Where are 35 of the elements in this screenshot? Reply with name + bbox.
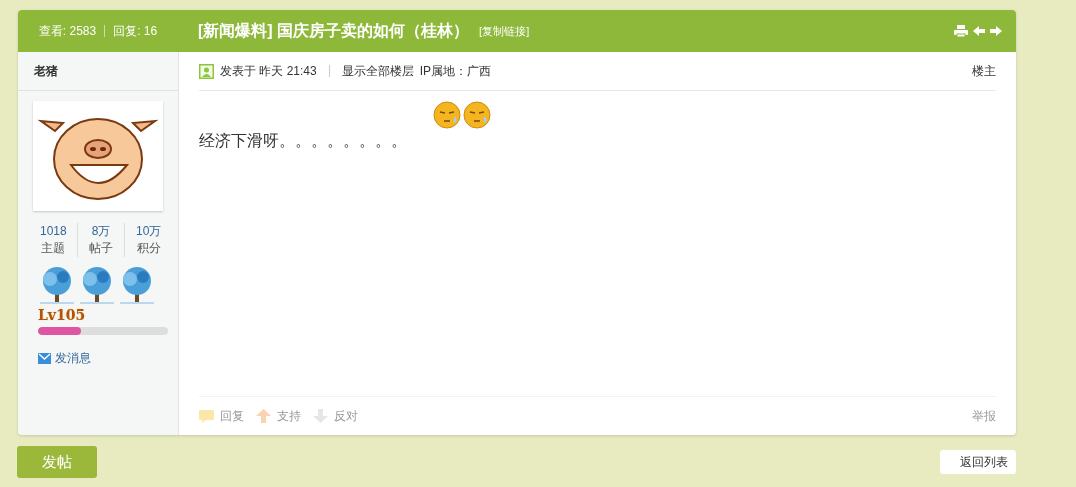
tree-icon — [78, 265, 116, 305]
down-arrow-icon — [313, 408, 328, 424]
previous-icon[interactable] — [973, 25, 985, 37]
floor-label: 楼主 — [972, 62, 996, 80]
post-time: 发表于 昨天 21:43 — [220, 62, 317, 80]
views-count: 查看: 2583 — [38, 22, 97, 40]
send-message-link[interactable]: 发消息 — [38, 350, 178, 367]
reply-action[interactable]: 回复 — [199, 407, 244, 425]
stat-label: 积分 — [136, 240, 161, 257]
back-to-list-button[interactable]: 返回列表 — [940, 450, 1016, 474]
oppose-action[interactable]: 反对 — [313, 407, 358, 425]
print-icon[interactable] — [954, 25, 968, 37]
up-arrow-icon — [256, 408, 271, 424]
show-all-floors-link[interactable]: 显示全部楼层 — [341, 62, 414, 80]
replies-count: 回复: 16 — [113, 22, 158, 40]
emoticon-icon — [433, 101, 461, 129]
stat-value[interactable]: 1018 — [40, 223, 67, 240]
stat-value[interactable]: 8万 — [91, 223, 111, 240]
support-action[interactable]: 支持 — [256, 407, 301, 425]
next-icon[interactable] — [990, 25, 1002, 37]
tree-icon — [38, 265, 76, 305]
tree-icon — [118, 265, 156, 305]
user-icon — [199, 63, 214, 79]
envelope-icon — [38, 353, 51, 364]
author-name[interactable]: 老猪 — [18, 52, 178, 91]
post-body: 经济下滑呀。。。。。。。。 — [199, 131, 408, 151]
speech-bubble-icon — [199, 408, 214, 424]
stat-label: 帖子 — [89, 240, 113, 257]
ip-location: IP属地：广西 — [419, 62, 492, 80]
level-label: Lv105 — [38, 307, 87, 323]
emoticon-icon — [463, 101, 491, 129]
thread-title: [新闻爆料] 国庆房子卖的如何（桂林） — [198, 20, 470, 41]
report-link[interactable]: 举报 — [972, 407, 996, 425]
stat-value[interactable]: 10万 — [136, 223, 162, 240]
stat-label: 主题 — [41, 240, 66, 257]
